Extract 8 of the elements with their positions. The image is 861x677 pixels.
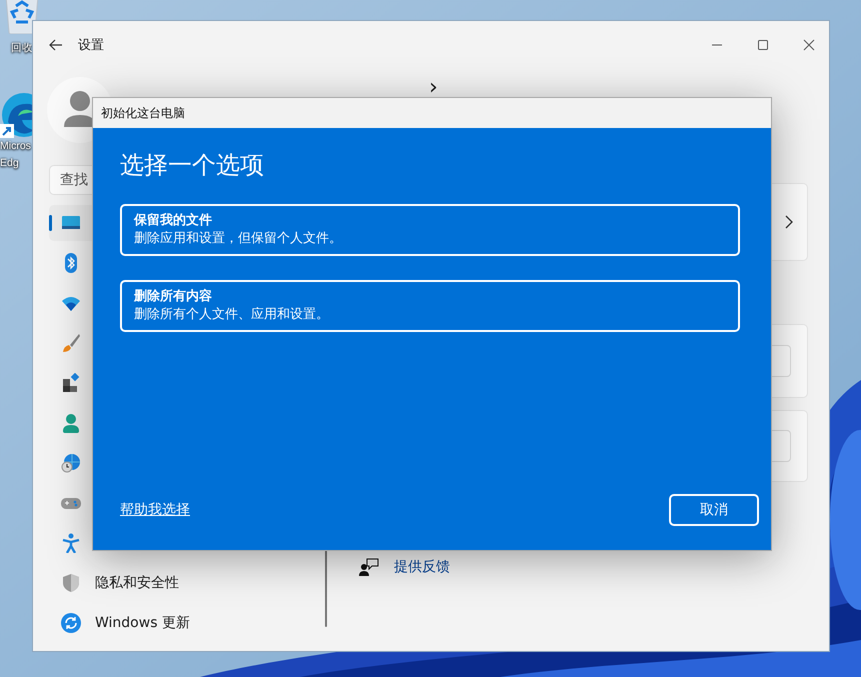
dialog-title: 初始化这台电脑 [101,104,185,122]
option-title: 删除所有内容 [134,288,213,306]
dialog-heading: 选择一个选项 [120,150,265,180]
breadcrumb-separator: › [429,75,438,100]
option-description: 删除应用和设置，但保留个人文件。 [134,230,343,248]
option-title: 保留我的文件 [134,212,213,230]
option-description: 删除所有个人文件、应用和设置。 [134,306,330,324]
window-title: 设置 [78,37,104,54]
